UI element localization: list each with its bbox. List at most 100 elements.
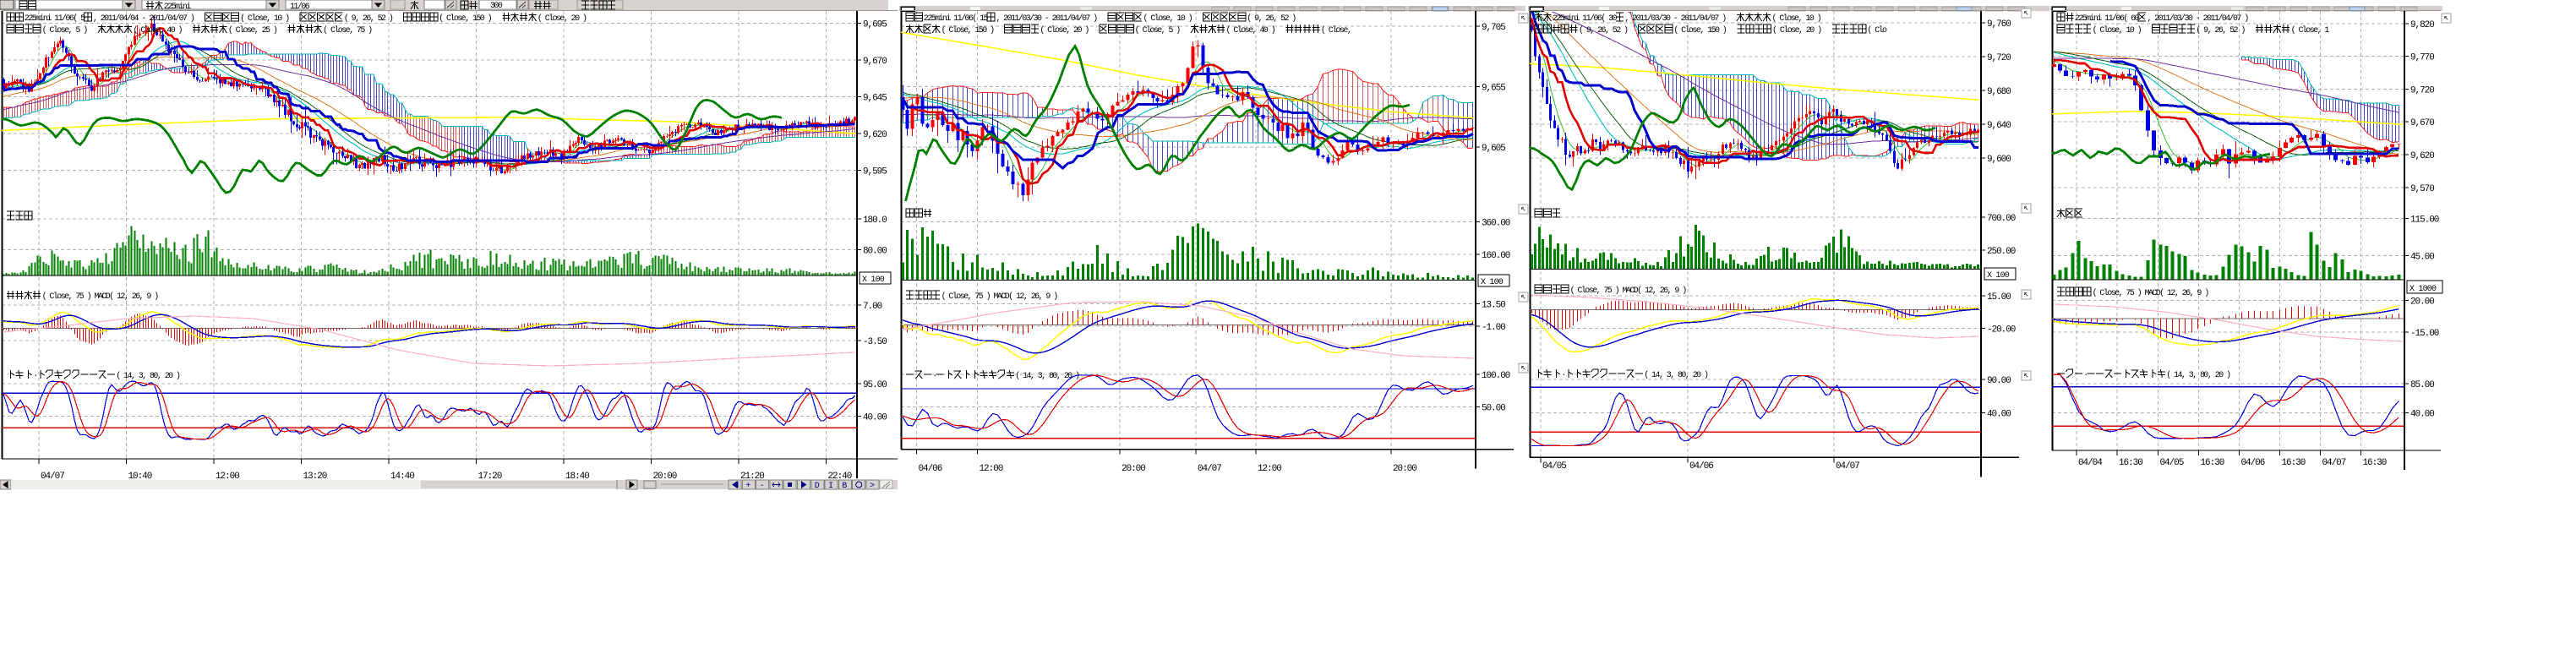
svg-text:20.00: 20.00	[2410, 297, 2434, 308]
svg-text:( Close, 40 ): ( Close, 40 )	[134, 25, 183, 35]
svg-text:160.00: 160.00	[1482, 251, 1510, 261]
svg-text:I: I	[828, 482, 833, 491]
svg-text:12:00: 12:00	[1258, 464, 1281, 474]
svg-text:X 100: X 100	[1481, 278, 1504, 287]
svg-text:-3.50: -3.50	[863, 337, 887, 347]
svg-text:16:30: 16:30	[2282, 458, 2306, 468]
svg-text:( 9, 26, 52 ): ( 9, 26, 52 )	[1247, 14, 1296, 24]
svg-text:80.00: 80.00	[863, 247, 887, 257]
svg-text:9,670: 9,670	[863, 57, 887, 67]
svg-text:X 100: X 100	[862, 275, 885, 285]
svg-text:15.00: 15.00	[1987, 292, 2011, 303]
svg-text:( 14, 3, 80, 20 ): ( 14, 3, 80, 20 )	[1644, 370, 1708, 380]
svg-text:9,705: 9,705	[1482, 23, 1505, 33]
svg-text:9,620: 9,620	[863, 130, 887, 140]
svg-text:( Close, 75 ) MACD( 12, 26,: ( Close, 75 ) MACD( 12, 26, 9 )	[1570, 286, 1687, 296]
svg-text:45.00: 45.00	[2410, 253, 2434, 263]
svg-text:D: D	[815, 482, 820, 491]
svg-text:( Close, 75 ): ( Close, 75 )	[323, 25, 372, 35]
svg-text:( Close, 20 ): ( Close, 20 )	[1772, 25, 1821, 35]
svg-text:85.00: 85.00	[2410, 380, 2434, 390]
svg-text:12:00: 12:00	[980, 464, 1003, 474]
svg-text:40.00: 40.00	[2410, 410, 2434, 420]
svg-text:95.00: 95.00	[863, 380, 887, 390]
svg-text:100.00: 100.00	[1482, 371, 1510, 381]
svg-text:X 100: X 100	[1987, 271, 2010, 281]
svg-text:( Close, 10 ): ( Close, 10 )	[2093, 25, 2142, 35]
svg-text:9,600: 9,600	[1987, 155, 2011, 165]
svg-text:( 14, 3, 80, 20 ): ( 14, 3, 80, 20 )	[116, 371, 180, 381]
svg-text:16:30: 16:30	[2201, 458, 2224, 468]
svg-text:04/06: 04/06	[919, 464, 942, 474]
svg-text:360.00: 360.00	[1482, 219, 1510, 229]
svg-text:13.50: 13.50	[1482, 300, 1505, 310]
svg-text:9,645: 9,645	[863, 94, 887, 104]
svg-text:115.00: 115.00	[2410, 215, 2439, 226]
svg-text:9,695: 9,695	[863, 20, 887, 30]
svg-text:04/05: 04/05	[1542, 461, 1566, 472]
svg-text:( Close, 75 ) MACD( 12, 26,: ( Close, 75 ) MACD( 12, 26, 9 )	[42, 292, 159, 302]
svg-text:04/06: 04/06	[1689, 461, 1713, 472]
svg-text:9,680: 9,680	[1987, 87, 2011, 97]
svg-text:16:30: 16:30	[2119, 458, 2142, 468]
svg-text:( Close, 150 ): ( Close, 150 )	[941, 25, 994, 35]
svg-text:, 2011/03/30 - 2011/04/07 ): , 2011/03/30 - 2011/04/07 )	[1624, 14, 1726, 24]
svg-text:04/07: 04/07	[1198, 464, 1221, 474]
svg-text:B: B	[842, 482, 847, 491]
svg-text:( 9, 26, 52 ): ( 9, 26, 52 )	[344, 14, 393, 24]
svg-text:9,570: 9,570	[2410, 184, 2434, 194]
svg-text:9,670: 9,670	[2410, 118, 2434, 128]
svg-text:04/07: 04/07	[2322, 458, 2346, 468]
svg-text:225mini 11/06( 5: 225mini 11/06( 5	[25, 14, 85, 24]
svg-text:9,605: 9,605	[1482, 144, 1505, 154]
svg-text:300: 300	[490, 2, 503, 11]
svg-text:·: ·	[932, 372, 936, 381]
svg-text:, 2011/04/04 - 2011/04/07 ): , 2011/04/04 - 2011/04/07 )	[93, 14, 194, 24]
svg-text:9,760: 9,760	[1987, 19, 2011, 30]
svg-text:7.00: 7.00	[863, 302, 882, 312]
svg-text:( Close, 10 ): ( Close, 10 )	[1772, 14, 1821, 24]
svg-text:( 14, 3, 80, 20 ): ( 14, 3, 80, 20 )	[2166, 370, 2230, 380]
svg-text:( Close, 5 ): ( Close, 5 )	[42, 25, 88, 35]
svg-text:( Close, 10 ): ( Close, 10 )	[240, 14, 289, 24]
svg-text:( Close, 25 ): ( Close, 25 )	[228, 25, 277, 35]
svg-text:( Close, 20 ): ( Close, 20 )	[538, 14, 587, 24]
svg-text:9,720: 9,720	[2410, 85, 2434, 95]
svg-text:225mini 11/06( 15: 225mini 11/06( 15	[924, 14, 989, 24]
svg-text:( Close, 5 ): ( Close, 5 )	[1135, 25, 1181, 35]
svg-text:9,640: 9,640	[1987, 121, 2011, 131]
svg-text:04/04: 04/04	[2078, 458, 2103, 468]
svg-text:, 2011/03/30 - 2011/04/07 ): , 2011/03/30 - 2011/04/07 )	[996, 14, 1097, 24]
svg-text:·: ·	[33, 372, 36, 381]
svg-text:50.00: 50.00	[1482, 403, 1505, 413]
svg-text:·: ·	[1561, 371, 1564, 380]
svg-text:225mini 11/06( 60: 225mini 11/06( 60	[2075, 14, 2140, 24]
svg-text:90.00: 90.00	[1987, 376, 2011, 386]
svg-text:( Close, 40 ): ( Close, 40 )	[1226, 25, 1275, 35]
svg-text:40.00: 40.00	[1987, 409, 2011, 419]
svg-text:16:30: 16:30	[2363, 458, 2387, 468]
svg-text:( Close, 150 ): ( Close, 150 )	[439, 14, 491, 24]
svg-text:( Close, 20 ): ( Close, 20 )	[1040, 25, 1089, 35]
svg-text:+: +	[745, 482, 750, 491]
svg-text:( 9, 26, 52 ): ( 9, 26, 52 )	[1579, 25, 1628, 35]
svg-text:20:00: 20:00	[1122, 464, 1145, 474]
svg-text:20:00: 20:00	[1393, 464, 1416, 474]
svg-text:X 1000: X 1000	[2410, 285, 2437, 294]
svg-text:( 9, 26, 52 ): ( 9, 26, 52 )	[2196, 25, 2245, 35]
svg-text:9,720: 9,720	[1987, 53, 2011, 63]
svg-text:( Close, 75 ) MACD( 12, 26,: ( Close, 75 ) MACD( 12, 26, 9 )	[941, 292, 1058, 302]
svg-text:225mini 11/06( 30: 225mini 11/06( 30	[1553, 14, 1618, 24]
svg-text:, 2011/03/30 - 2011/04/07 ): , 2011/03/30 - 2011/04/07 )	[2147, 14, 2248, 24]
svg-text:9,655: 9,655	[1482, 84, 1505, 94]
svg-text:250.00: 250.00	[1987, 247, 2016, 257]
svg-text:9,770: 9,770	[2410, 53, 2434, 63]
svg-text:700.00: 700.00	[1987, 214, 2016, 224]
svg-text:-1.00: -1.00	[1482, 323, 1505, 333]
svg-text:9,620: 9,620	[2410, 151, 2434, 161]
svg-text:( 14, 3, 80, 20 ): ( 14, 3, 80, 20 )	[1015, 371, 1079, 381]
svg-text:40.00: 40.00	[863, 412, 887, 423]
svg-text:-20.00: -20.00	[1987, 325, 2016, 335]
svg-text:( Close, 1: ( Close, 1	[2291, 25, 2330, 35]
svg-text:( Close,: ( Close,	[1321, 25, 1351, 35]
